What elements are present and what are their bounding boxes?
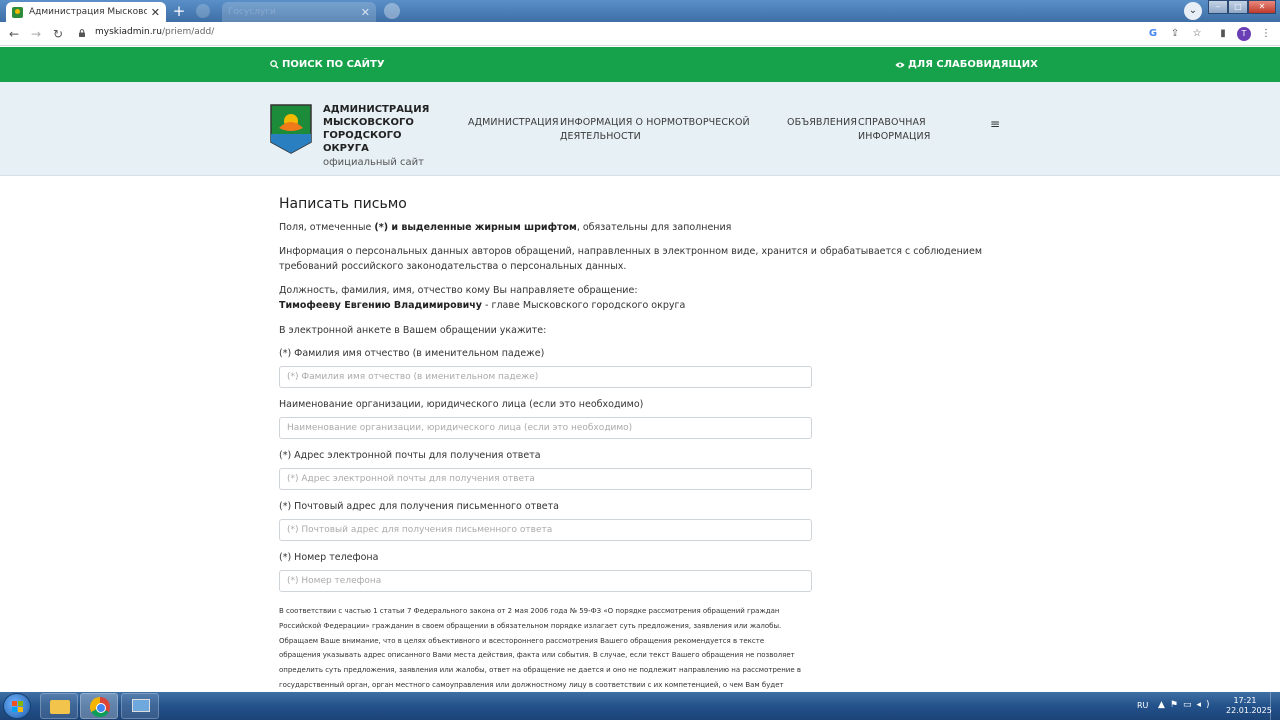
nav-item-reference-info[interactable]: СПРАВОЧНАЯ ИНФОРМАЦИЯ [858,116,958,144]
field-label-fio: (*) Фамилия имя отчество (в именительном… [279,348,545,359]
page-title: Написать письмо [279,196,407,212]
tab-title: Администрация Мысковского г [29,7,147,17]
profile-avatar[interactable]: T [1237,27,1251,41]
back-arrow-icon[interactable]: ← [6,26,22,42]
nav-item-announcements[interactable]: ОБЪЯВЛЕНИЯ [787,116,857,130]
eye-icon [895,62,905,67]
instruction-text: В электронной анкете в Вашем обращении у… [279,325,547,336]
search-icon [270,60,279,69]
window-maximize-button[interactable]: □ [1228,0,1248,14]
recipient-label: Должность, фамилия, имя, отчество кому В… [279,285,638,296]
reload-icon[interactable]: ↻ [50,26,66,42]
org-name: АДМИНИСТРАЦИЯ МЫСКОВСКОГО ГОРОДСКОГО ОКР… [323,104,430,154]
field-label-email: (*) Адрес электронной почты для получени… [279,450,541,461]
site-favicon-icon [12,6,23,18]
forward-arrow-icon[interactable]: → [28,26,44,42]
browser-toolbar: ← → ↻ myskiadmin.ru/priem/add/ G ⇪ ☆ ▮ T… [0,22,1280,46]
phone-input[interactable] [279,570,812,592]
monitor-icon [132,699,150,712]
taskbar-monitor-button[interactable] [121,693,159,719]
browser-tab-strip: Администрация Мысковского г ✕ + Госуслуг… [0,0,1280,22]
recipient-name: Тимофееву Евгению Владимировичу [279,300,482,311]
new-tab-button[interactable]: + [170,3,188,19]
tab-close-icon[interactable]: ✕ [151,6,160,19]
chrome-icon [90,697,110,717]
window-minimize-button[interactable]: – [1208,0,1228,14]
side-panel-icon[interactable]: ▮ [1216,27,1230,41]
browser-tab-inactive[interactable]: Госуслуги ✕ [222,2,376,22]
privacy-note: Информация о персональных данных авторов… [279,246,982,272]
fio-input[interactable] [279,366,812,388]
org-subtitle: официальный сайт [323,157,424,168]
letter-form: Написать письмо Поля, отмеченные (*) и в… [279,196,999,704]
city-crest-icon[interactable] [270,104,312,154]
accessibility-label: ДЛЯ СЛАБОВИДЯЩИХ [908,59,1038,70]
url-path: /priem/add/ [161,27,215,37]
clock-date: 22.01.2025 [1226,706,1272,715]
email-input[interactable] [279,468,812,490]
lock-icon [79,29,85,37]
share-icon[interactable]: ⇪ [1168,27,1182,41]
field-label-phone: (*) Номер телефона [279,552,379,563]
org-block[interactable]: АДМИНИСТРАЦИЯ МЫСКОВСКОГО ГОРОДСКОГО ОКР… [323,103,443,168]
accessibility-link[interactable]: ДЛЯ СЛАБОВИДЯЩИХ [895,59,1038,70]
nav-item-administration[interactable]: АДМИНИСТРАЦИЯ [468,116,559,130]
site-search-label: ПОИСК ПО САЙТУ [282,59,385,70]
tab-search-chevron-icon[interactable]: ⌄ [1184,2,1202,20]
tray-icons[interactable]: ▲⚑▭◂) [1158,700,1215,710]
google-translate-icon[interactable]: G [1146,27,1160,41]
input-language[interactable]: RU [1137,701,1148,710]
window-close-button[interactable]: ✕ [1248,0,1276,14]
browser-tab-active[interactable]: Администрация Мысковского г ✕ [6,2,166,22]
required-note: Поля, отмеченные (*) и выделенные жирным… [279,222,732,233]
recipient-post: - главе Мысковского городского округа [482,300,686,311]
tab-title-inactive: Госуслуги [228,7,276,17]
field-label-organization: Наименование организации, юридического л… [279,399,644,410]
taskbar-explorer-button[interactable] [40,693,78,719]
folder-icon [50,700,70,714]
tab-extra-icon[interactable] [384,3,400,19]
clock-time: 17:21 [1233,696,1257,705]
hamburger-menu-icon[interactable]: ≡ [990,117,1000,131]
field-label-postal-address: (*) Почтовый адрес для получения письмен… [279,501,559,512]
site-top-bar: ПОИСК ПО САЙТУ ДЛЯ СЛАБОВИДЯЩИХ [0,47,1280,82]
address-bar[interactable]: myskiadmin.ru/priem/add/ [95,27,214,37]
url-host: myskiadmin.ru [95,27,162,37]
browser-menu-icon[interactable]: ⋮ [1259,27,1273,41]
tab-control-icon[interactable] [196,4,210,18]
start-button[interactable] [3,693,31,719]
site-header: АДМИНИСТРАЦИЯ МЫСКОВСКОГО ГОРОДСКОГО ОКР… [0,82,1280,176]
organization-input[interactable] [279,417,812,439]
nav-item-normative-info[interactable]: ИНФОРМАЦИЯ О НОРМОТВОРЧЕСКОЙ ДЕЯТЕЛЬНОСТ… [560,116,750,144]
os-taskbar: RU ▲⚑▭◂) 17:21 22.01.2025 [0,692,1280,720]
taskbar-chrome-button[interactable] [80,693,118,719]
bookmark-star-icon[interactable]: ☆ [1190,27,1204,41]
taskbar-clock[interactable]: 17:21 22.01.2025 [1226,696,1272,716]
site-search-link[interactable]: ПОИСК ПО САЙТУ [270,59,385,70]
recipient: Тимофееву Евгению Владимировичу - главе … [279,298,999,313]
postal-address-input[interactable] [279,519,812,541]
tab-close-icon[interactable]: ✕ [361,6,370,19]
show-desktop-button[interactable] [1270,692,1280,720]
